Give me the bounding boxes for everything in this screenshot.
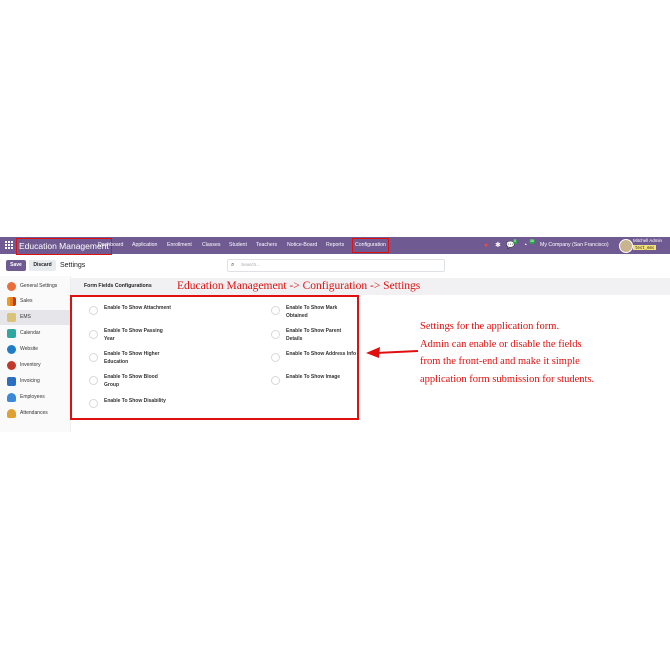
sidebar-item-label: Employees — [20, 394, 45, 400]
parent-details-checkbox[interactable] — [271, 330, 280, 339]
menu-notice-board[interactable]: Notice-Board — [287, 237, 317, 254]
discard-button[interactable]: Discard — [29, 260, 56, 271]
company-switcher[interactable]: My Company (San Francisco) — [540, 237, 609, 254]
sidebar-item-attendances[interactable]: Attendances — [0, 406, 70, 421]
option-label: Enable To Show Parent Details — [286, 328, 342, 342]
annotation-line: Settings for the application form. — [420, 321, 560, 332]
sidebar-item-label: Invoicing — [20, 378, 40, 384]
section-title: Form Fields Configurations — [84, 283, 152, 289]
higher-education-checkbox[interactable] — [89, 353, 98, 362]
sidebar-item-label: Sales — [20, 298, 33, 304]
option-label: Enable To Show Attachment — [104, 305, 171, 311]
passing-year-checkbox[interactable] — [89, 330, 98, 339]
employees-icon — [7, 393, 16, 402]
blood-group-checkbox[interactable] — [89, 376, 98, 385]
option-label: Enable To Show Image — [286, 374, 341, 380]
option-label: Enable To Show Address Info — [286, 351, 357, 357]
annotation-line: from the front-end and make it simple — [420, 356, 580, 367]
option-label: Enable To Show Mark Obtained — [286, 305, 338, 319]
save-button[interactable]: Save — [6, 260, 26, 271]
menu-classes[interactable]: Classes — [202, 237, 220, 254]
sidebar-item-calendar[interactable]: Calendar — [0, 326, 70, 341]
menu-enrollment[interactable]: Enrollment — [167, 237, 192, 254]
annotation-text: Settings for the application form. Admin… — [420, 318, 594, 388]
record-icon[interactable]: ● — [484, 241, 488, 250]
user-avatar[interactable] — [619, 239, 633, 253]
sidebar-item-invoicing[interactable]: Invoicing — [0, 374, 70, 389]
image-checkbox[interactable] — [271, 376, 280, 385]
annotation-line: Admin can enable or disable the fields — [420, 338, 582, 350]
inventory-icon — [7, 361, 16, 370]
attachment-checkbox[interactable] — [89, 306, 98, 315]
menu-student[interactable]: Student — [229, 237, 247, 254]
activity-clock-icon[interactable]: ◔ — [523, 241, 527, 250]
menu-teachers[interactable]: Teachers — [256, 237, 277, 254]
sidebar-item-sales[interactable]: Sales — [0, 294, 70, 309]
sidebar-item-label: General Settings — [20, 283, 58, 289]
website-icon — [7, 345, 16, 354]
sidebar-item-website[interactable]: Website — [0, 342, 70, 357]
menu-reports[interactable]: Reports — [326, 237, 344, 254]
attendances-icon — [7, 409, 16, 418]
disability-checkbox[interactable] — [89, 399, 98, 408]
ems-icon — [7, 313, 16, 322]
navigation-path-annotation: Education Management -> Configuration ->… — [177, 280, 421, 292]
user-name[interactable]: Mitchell Admin — [633, 238, 662, 244]
sidebar-item-label: Calendar — [20, 330, 41, 336]
sidebar-item-label: Inventory — [20, 362, 41, 368]
sidebar-item-label: EMS — [20, 314, 31, 320]
sidebar-item-inventory[interactable]: Inventory — [0, 358, 70, 373]
option-label: Enable To Show Blood Group — [104, 374, 158, 388]
option-label: Enable To Show Higher Education — [104, 351, 160, 365]
sidebar-item-employees[interactable]: Employees — [0, 390, 70, 405]
activity-badge: 36 — [529, 239, 535, 244]
menu-application[interactable]: Application — [132, 237, 157, 254]
sidebar-item-label: Attendances — [20, 410, 48, 416]
page-title: Settings — [60, 262, 86, 269]
sidebar-item-ems[interactable]: EMS — [0, 310, 70, 325]
calendar-icon — [7, 329, 16, 338]
menu-configuration[interactable]: Configuration — [352, 238, 389, 253]
search-icon: ⌕ — [231, 262, 235, 268]
menu-dashboard[interactable]: Dashboard — [98, 237, 123, 254]
sales-icon — [7, 297, 16, 306]
apps-grid-icon[interactable] — [5, 241, 14, 250]
sidebar-item-general-settings[interactable]: General Settings — [0, 279, 70, 294]
option-label: Enable To Show Disability — [104, 398, 166, 404]
option-label: Enable To Show Passing Year — [104, 328, 163, 342]
gear-icon — [7, 282, 16, 291]
red-arrow-icon — [366, 347, 418, 358]
chat-badge: 5 — [513, 239, 517, 244]
sidebar-item-label: Website — [20, 346, 38, 352]
address-info-checkbox[interactable] — [271, 353, 280, 362]
database-badge: test_ems — [633, 245, 657, 250]
search-placeholder: Search... — [241, 263, 261, 268]
annotation-line: application form submission for students… — [420, 373, 595, 385]
mark-obtained-checkbox[interactable] — [271, 306, 280, 315]
invoicing-icon — [7, 377, 16, 386]
bug-icon[interactable]: ✱ — [495, 241, 501, 250]
